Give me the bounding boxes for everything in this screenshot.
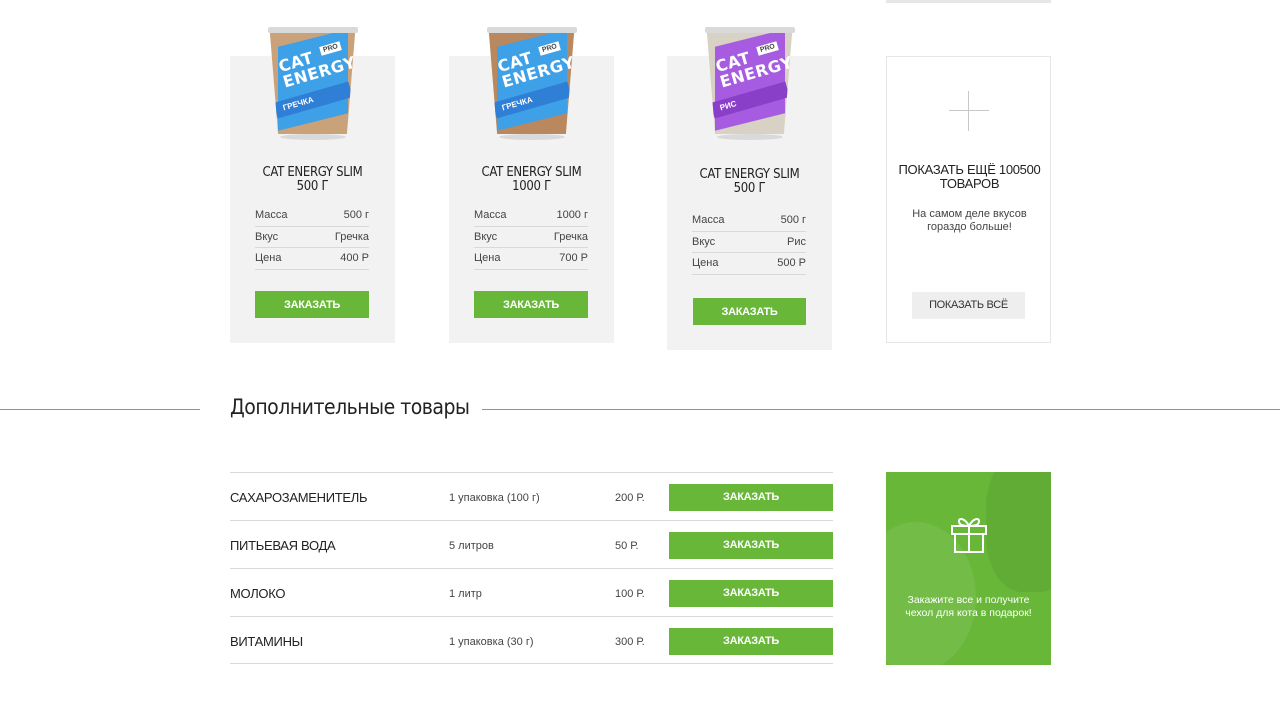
- spec-row-price: Цена 700 Р: [474, 248, 588, 270]
- item-name: ВИТАМИНЫ: [230, 634, 303, 649]
- table-row: ВИТАМИНЫ 1 упаковка (30 г) 300 Р. ЗАКАЗА…: [230, 616, 833, 664]
- product-card: РИС CAT ENERGY PRO CAT ENERGY SLIM 500 Г М…: [667, 27, 832, 350]
- item-price: 100 Р.: [615, 588, 645, 600]
- spec-row-flavor: Вкус Гречка: [255, 227, 369, 248]
- table-row: МОЛОКО 1 литр 100 Р. ЗАКАЗАТЬ: [230, 568, 833, 616]
- show-more-title: ПОКАЗАТЬ ЕЩЁ 100500 ТОВАРОВ: [898, 162, 1041, 191]
- product-specs: Масса 1000 г Вкус Гречка Цена 700 Р: [474, 205, 588, 270]
- item-amount: 5 литров: [449, 540, 494, 552]
- product-title: CAT ENERGY SLIM 500 Г: [262, 165, 363, 194]
- product-title: CAT ENERGY SLIM 500 Г: [699, 167, 800, 196]
- top-divider-strip: [886, 0, 1051, 3]
- section-divider: [0, 409, 200, 410]
- promo-banner: Закажите все и получите чехол для кота в…: [886, 472, 1051, 665]
- spec-row-weight: Масса 500 г: [692, 210, 806, 232]
- item-amount: 1 упаковка (30 г): [449, 636, 534, 648]
- item-price: 200 Р.: [615, 492, 645, 504]
- section-divider: [482, 409, 1280, 410]
- order-button[interactable]: ЗАКАЗАТЬ: [474, 291, 588, 318]
- spec-row-price: Цена 400 Р: [255, 248, 369, 270]
- plus-icon: [949, 110, 989, 111]
- item-amount: 1 литр: [449, 588, 482, 600]
- spec-row-flavor: Вкус Рис: [692, 232, 806, 253]
- order-button[interactable]: ЗАКАЗАТЬ: [669, 484, 833, 511]
- product-pack-image: ГРЕЧКА CAT ENERGY PRO: [486, 27, 577, 140]
- order-button[interactable]: ЗАКАЗАТЬ: [693, 298, 806, 325]
- plus-icon: [968, 91, 969, 131]
- product-pack-image: ГРЕЧКА CAT ENERGY PRO: [267, 27, 358, 140]
- spec-row-weight: Масса 500 г: [255, 205, 369, 227]
- show-more-card: ПОКАЗАТЬ ЕЩЁ 100500 ТОВАРОВ На самом дел…: [886, 56, 1051, 343]
- order-button[interactable]: ЗАКАЗАТЬ: [669, 580, 833, 607]
- show-more-text: На самом деле вкусов гораздо больше!: [912, 208, 1027, 233]
- table-row: САХАРОЗАМЕНИТЕЛЬ 1 упаковка (100 г) 200 …: [230, 472, 833, 520]
- product-pack-image: РИС CAT ENERGY PRO: [704, 27, 795, 140]
- product-specs: Масса 500 г Вкус Рис Цена 500 Р: [692, 210, 806, 275]
- item-price: 50 Р.: [615, 540, 639, 552]
- product-specs: Масса 500 г Вкус Гречка Цена 400 Р: [255, 205, 369, 270]
- item-name: МОЛОКО: [230, 586, 286, 601]
- order-button[interactable]: ЗАКАЗАТЬ: [255, 291, 369, 318]
- spec-row-flavor: Вкус Гречка: [474, 227, 588, 248]
- order-button[interactable]: ЗАКАЗАТЬ: [669, 628, 833, 655]
- product-card: ГРЕЧКА CAT ENERGY PRO CAT ENERGY SLIM 1000…: [449, 27, 614, 343]
- spec-row-weight: Масса 1000 г: [474, 205, 588, 227]
- promo-text: Закажите все и получите чехол для кота в…: [905, 594, 1032, 619]
- extra-products-table: САХАРОЗАМЕНИТЕЛЬ 1 упаковка (100 г) 200 …: [230, 472, 833, 664]
- spec-row-price: Цена 500 Р: [692, 253, 806, 275]
- show-all-button[interactable]: ПОКАЗАТЬ ВСЁ: [912, 292, 1025, 319]
- item-name: САХАРОЗАМЕНИТЕЛЬ: [230, 490, 368, 505]
- item-amount: 1 упаковка (100 г): [449, 492, 540, 504]
- table-row: ПИТЬЕВАЯ ВОДА 5 литров 50 Р. ЗАКАЗАТЬ: [230, 520, 833, 568]
- section-title: Дополнительные товары: [230, 395, 470, 419]
- gift-icon: [951, 518, 987, 553]
- item-name: ПИТЬЕВАЯ ВОДА: [230, 538, 336, 553]
- order-button[interactable]: ЗАКАЗАТЬ: [669, 532, 833, 559]
- product-card: ГРЕЧКА CAT ENERGY PRO CAT ENERGY SLIM 500 …: [230, 27, 395, 343]
- product-title: CAT ENERGY SLIM 1000 Г: [481, 165, 582, 194]
- item-price: 300 Р.: [615, 636, 645, 648]
